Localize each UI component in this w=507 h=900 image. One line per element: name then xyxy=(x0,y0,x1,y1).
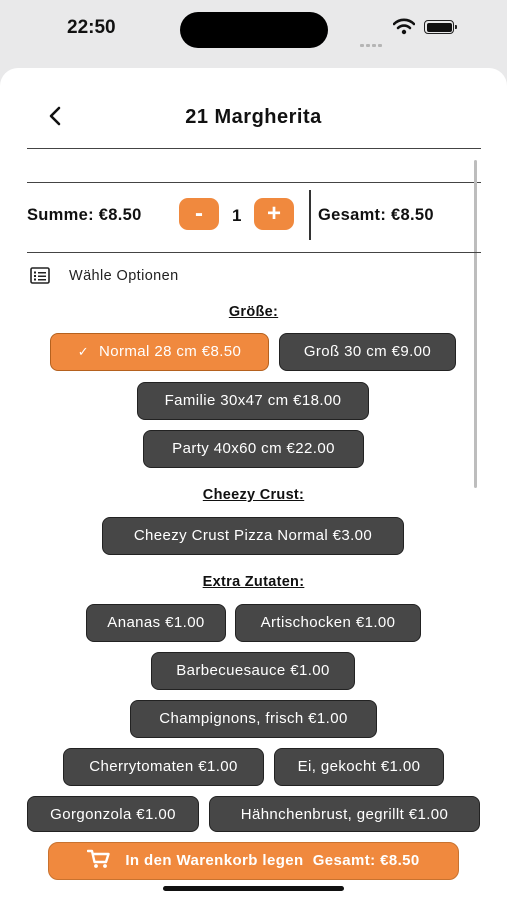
size-option-gross[interactable]: Groß 30 cm €9.00 xyxy=(279,333,456,371)
status-bar: 22:50 xyxy=(0,0,507,62)
cart-total-label: Gesamt: €8.50 xyxy=(312,852,420,869)
option-label: Cherrytomaten €1.00 xyxy=(89,758,238,775)
total-label: Gesamt: €8.50 xyxy=(318,206,434,224)
options-label: Wähle Optionen xyxy=(69,268,179,284)
dynamic-island xyxy=(180,12,328,48)
extra-option-champignons[interactable]: Champignons, frisch €1.00 xyxy=(130,700,377,738)
decrease-quantity-button[interactable]: - xyxy=(179,198,219,230)
option-label: Cheezy Crust Pizza Normal €3.00 xyxy=(133,527,373,544)
cellular-signal-icon xyxy=(360,29,384,47)
divider xyxy=(27,148,481,149)
extras-section-title: Extra Zutaten: xyxy=(202,574,305,590)
page-title: 21 Margherita xyxy=(185,106,322,128)
option-label: Artischocken €1.00 xyxy=(260,614,396,631)
option-label: Groß 30 cm €9.00 xyxy=(303,343,432,360)
cart-icon xyxy=(87,849,111,868)
option-label: Ananas €1.00 xyxy=(107,614,205,631)
extra-option-artischocken[interactable]: Artischocken €1.00 xyxy=(235,604,421,642)
option-label: Party 40x60 cm €22.00 xyxy=(172,440,335,457)
extra-option-barbecuesauce[interactable]: Barbecuesauce €1.00 xyxy=(151,652,355,690)
option-label: Familie 30x47 cm €18.00 xyxy=(164,392,342,409)
increase-quantity-button[interactable]: + xyxy=(254,198,294,230)
vertical-divider xyxy=(309,190,311,240)
size-option-familie[interactable]: Familie 30x47 cm €18.00 xyxy=(137,382,369,420)
add-to-cart-label: In den Warenkorb legen xyxy=(125,852,304,869)
list-icon xyxy=(30,267,50,284)
extra-option-ananas[interactable]: Ananas €1.00 xyxy=(86,604,226,642)
option-label: Normal 28 cm €8.50 xyxy=(99,343,242,360)
extra-option-cherrytomaten[interactable]: Cherrytomaten €1.00 xyxy=(63,748,264,786)
checkmark-icon: ✓ xyxy=(77,344,90,359)
size-option-normal[interactable]: ✓ Normal 28 cm €8.50 xyxy=(50,333,269,371)
status-time: 22:50 xyxy=(67,17,116,38)
size-option-party[interactable]: Party 40x60 cm €22.00 xyxy=(143,430,364,468)
extra-option-ei[interactable]: Ei, gekocht €1.00 xyxy=(274,748,444,786)
add-to-cart-button[interactable]: In den Warenkorb legen Gesamt: €8.50 xyxy=(48,842,459,880)
size-section-title: Größe: xyxy=(228,304,279,320)
product-sheet: 21 Margherita Summe: €8.50 - 1 + Gesamt:… xyxy=(0,68,507,900)
subtotal-label: Summe: €8.50 xyxy=(27,206,142,224)
option-label: Champignons, frisch €1.00 xyxy=(159,710,348,727)
quantity-row: Summe: €8.50 - 1 + Gesamt: €8.50 xyxy=(27,182,481,254)
battery-icon xyxy=(424,20,457,34)
quantity-value: 1 xyxy=(232,206,242,225)
option-label: Barbecuesauce €1.00 xyxy=(176,662,330,679)
crust-option[interactable]: Cheezy Crust Pizza Normal €3.00 xyxy=(102,517,404,555)
extra-option-haehnchenbrust[interactable]: Hähnchenbrust, gegrillt €1.00 xyxy=(209,796,480,832)
extra-option-gorgonzola[interactable]: Gorgonzola €1.00 xyxy=(27,796,199,832)
option-label: Gorgonzola €1.00 xyxy=(50,806,176,823)
wifi-icon xyxy=(393,18,415,35)
option-label: Ei, gekocht €1.00 xyxy=(297,758,421,775)
option-label: Hähnchenbrust, gegrillt €1.00 xyxy=(240,806,449,823)
divider xyxy=(27,252,481,253)
crust-section-title: Cheezy Crust: xyxy=(202,487,305,503)
home-indicator[interactable] xyxy=(163,886,344,891)
